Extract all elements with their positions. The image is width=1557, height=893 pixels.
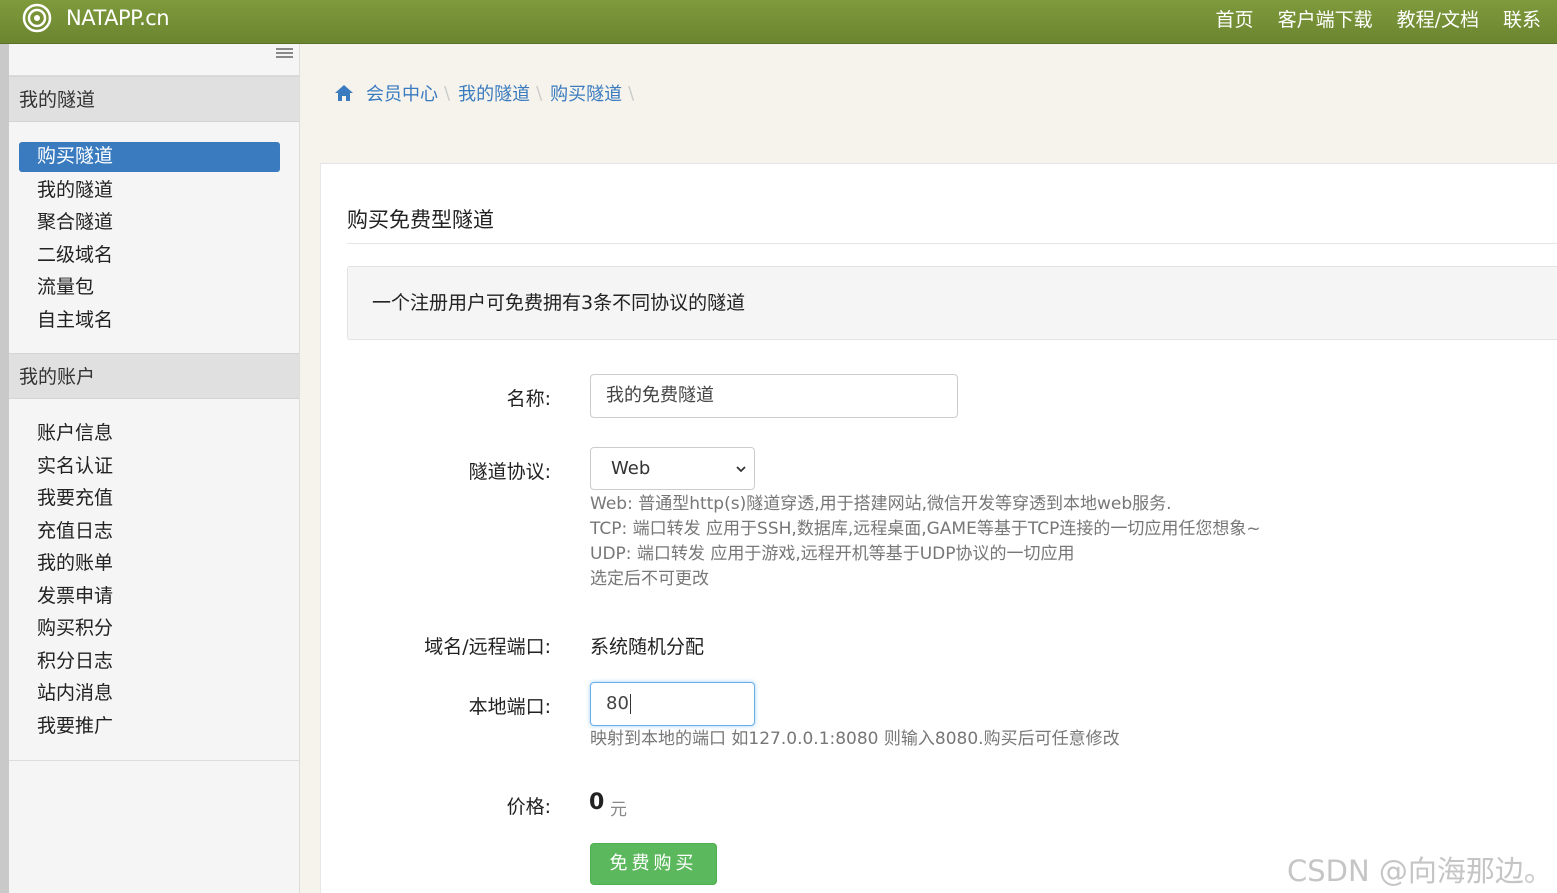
top-navbar: NATAPP.cn 首页 客户端下载 教程/文档 联系 xyxy=(0,0,1557,44)
sidebar-item-recharge-log[interactable]: 充值日志 xyxy=(19,516,280,549)
tunnel-menu: 购买隧道 我的隧道 聚合隧道 二级域名 流量包 自主域名 xyxy=(19,142,280,337)
protocol-selected-value: Web xyxy=(611,458,651,479)
sidebar-item-aggregate-tunnels[interactable]: 聚合隧道 xyxy=(19,207,280,240)
breadcrumb-my-tunnels[interactable]: 我的隧道 xyxy=(458,80,530,106)
sidebar-item-subdomain[interactable]: 二级域名 xyxy=(19,240,280,273)
sidebar-item-recharge[interactable]: 我要充值 xyxy=(19,483,280,516)
sidebar-item-bills[interactable]: 我的账单 xyxy=(19,548,280,581)
sidebar-section-tunnels: 我的隧道 xyxy=(9,76,299,122)
name-input[interactable]: 我的免费隧道 xyxy=(590,374,958,418)
protocol-label: 隧道协议: xyxy=(468,461,551,483)
main-panel: 购买免费型隧道 一个注册用户可免费拥有3条不同协议的隧道 名称: 我的免费隧道 … xyxy=(320,163,1557,893)
sidebar-item-buy-tunnel[interactable]: 购买隧道 xyxy=(19,142,280,172)
chevron-down-icon xyxy=(736,466,746,473)
nav-links: 首页 客户端下载 教程/文档 联系 xyxy=(1192,0,1541,36)
home-icon[interactable] xyxy=(334,83,354,103)
nav-contact[interactable]: 联系 xyxy=(1503,5,1541,32)
price-label: 价格: xyxy=(506,796,551,818)
sidebar-item-promotion[interactable]: 我要推广 xyxy=(19,711,280,744)
breadcrumb-separator: \ xyxy=(628,82,635,104)
sidebar-item-messages[interactable]: 站内消息 xyxy=(19,678,280,711)
protocol-help-udp: UDP: 端口转发 应用于游戏,远程开机等基于UDP协议的一切应用 xyxy=(590,544,1075,564)
local-port-input[interactable]: 80 xyxy=(590,682,755,726)
account-menu: 账户信息 实名认证 我要充值 充值日志 我的账单 发票申请 购买积分 积分日志 … xyxy=(19,418,280,743)
protocol-help-web: Web: 普通型http(s)隧道穿透,用于搭建网站,微信开发等穿透到本地web… xyxy=(590,494,1172,514)
sidebar-item-custom-domain[interactable]: 自主域名 xyxy=(19,305,280,338)
domain-value: 系统随机分配 xyxy=(590,636,705,658)
natapp-logo-icon xyxy=(22,3,52,33)
watermark: CSDN @向海那边。 xyxy=(1287,854,1553,888)
nav-client-download[interactable]: 客户端下载 xyxy=(1278,5,1373,32)
local-port-value: 80 xyxy=(606,693,629,714)
breadcrumb: 会员中心 \ 我的隧道 \ 购买隧道 \ xyxy=(320,72,1557,114)
name-label: 名称: xyxy=(506,388,551,410)
local-port-help: 映射到本地的端口 如127.0.0.1:8080 则输入8080.购买后可任意修… xyxy=(590,729,1120,749)
brand-name: NATAPP.cn xyxy=(66,6,170,30)
price-value: 0 xyxy=(589,790,605,815)
sidebar-item-account-info[interactable]: 账户信息 xyxy=(19,418,280,451)
breadcrumb-separator: \ xyxy=(444,82,451,104)
sidebar-strip xyxy=(0,44,9,893)
breadcrumb-buy-tunnel[interactable]: 购买隧道 xyxy=(550,80,622,106)
nav-docs[interactable]: 教程/文档 xyxy=(1397,5,1479,32)
sidebar-collapse-bar xyxy=(9,44,299,76)
sidebar-divider xyxy=(9,760,299,761)
sidebar-section-account: 我的账户 xyxy=(9,353,299,399)
free-buy-button[interactable]: 免费购买 xyxy=(590,843,717,885)
sidebar: 我的隧道 购买隧道 我的隧道 聚合隧道 二级域名 流量包 自主域名 我的账户 账… xyxy=(0,44,300,893)
sidebar-item-points-log[interactable]: 积分日志 xyxy=(19,646,280,679)
domain-label: 域名/远程端口: xyxy=(424,636,551,658)
page-title: 购买免费型隧道 xyxy=(347,204,1557,244)
menu-collapse-icon[interactable] xyxy=(276,48,293,60)
notice-box: 一个注册用户可免费拥有3条不同协议的隧道 xyxy=(347,266,1557,340)
sidebar-item-verification[interactable]: 实名认证 xyxy=(19,451,280,484)
breadcrumb-member-center[interactable]: 会员中心 xyxy=(366,80,438,106)
brand[interactable]: NATAPP.cn xyxy=(22,2,170,34)
protocol-help-note: 选定后不可更改 xyxy=(590,569,709,589)
protocol-select[interactable]: Web xyxy=(590,447,755,490)
breadcrumb-separator: \ xyxy=(536,82,543,104)
sidebar-item-invoice[interactable]: 发票申请 xyxy=(19,581,280,614)
price-unit: 元 xyxy=(610,800,627,820)
local-port-label: 本地端口: xyxy=(468,696,551,718)
sidebar-item-traffic-pack[interactable]: 流量包 xyxy=(19,272,280,305)
sidebar-item-buy-points[interactable]: 购买积分 xyxy=(19,613,280,646)
sidebar-item-my-tunnels[interactable]: 我的隧道 xyxy=(19,175,280,208)
text-cursor xyxy=(629,694,631,714)
nav-home[interactable]: 首页 xyxy=(1216,5,1254,32)
protocol-help-tcp: TCP: 端口转发 应用于SSH,数据库,远程桌面,GAME等基于TCP连接的一… xyxy=(590,519,1261,539)
